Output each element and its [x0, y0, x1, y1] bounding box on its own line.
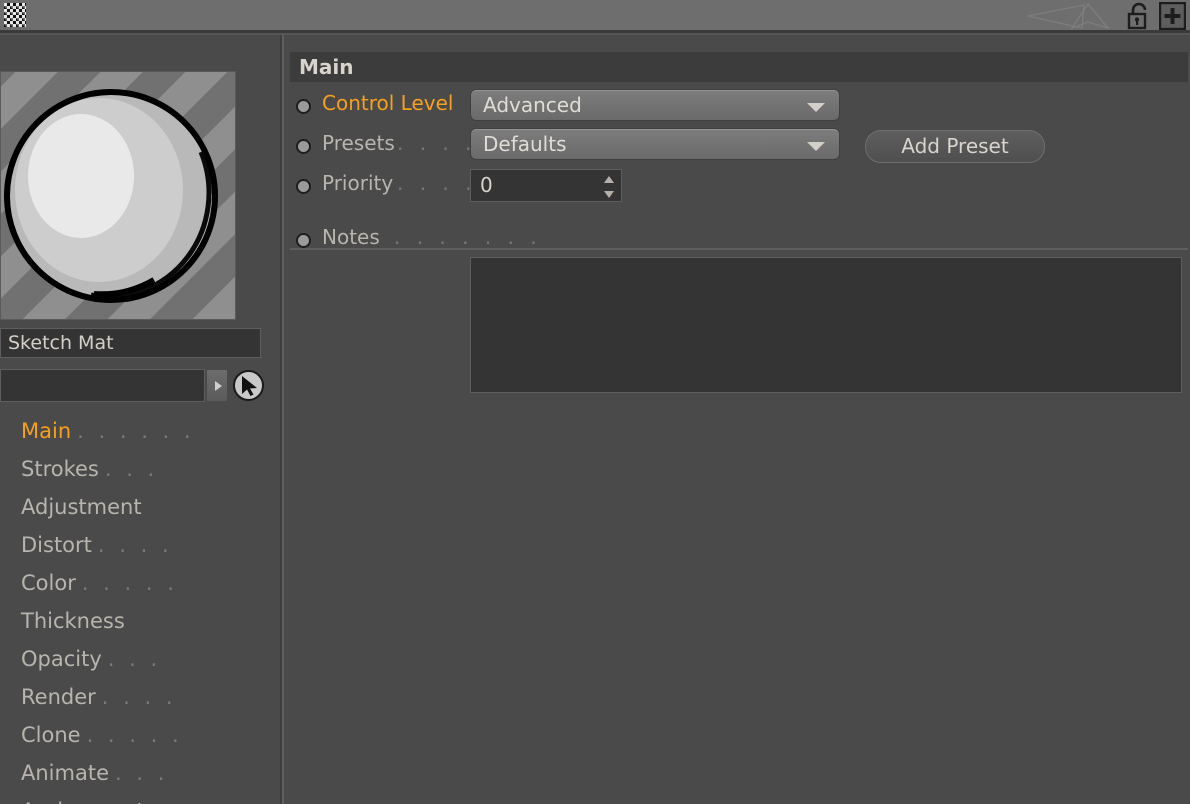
unlocked-padlock-icon[interactable] — [1126, 2, 1152, 30]
sidebar-item-label: Color — [21, 571, 76, 595]
sidebar-item-dots: . . . — [107, 647, 162, 671]
top-toolbar — [0, 0, 1190, 33]
material-filter-input[interactable] — [0, 369, 205, 402]
priority-bullet[interactable] — [296, 179, 311, 194]
notes-label: Notes — [322, 225, 380, 249]
sidebar-item-label: Animate — [21, 761, 109, 785]
presets-label: Presets — [322, 131, 395, 155]
page-title: Main — [290, 52, 1188, 82]
sidebar-item-render[interactable]: Render. . . . — [0, 678, 281, 716]
material-channel-menu: Main. . . . . . Strokes. . . Adjustment … — [0, 412, 281, 804]
add-preset-button[interactable]: Add Preset — [865, 130, 1045, 163]
notes-bullet[interactable] — [296, 233, 311, 248]
triangle-right-icon[interactable] — [206, 369, 228, 402]
notes-dots: . . . . . . . — [394, 225, 542, 249]
sidebar: Sketch Mat Main. . . . . . Strokes. . . … — [0, 35, 281, 804]
stepper-arrows-icon[interactable] — [603, 176, 615, 198]
sidebar-item-label: Opacity — [21, 647, 102, 671]
sidebar-item-label: Strokes — [21, 457, 99, 481]
sidebar-item-dots: . . . — [104, 457, 159, 481]
sidebar-item-adjustment[interactable]: Adjustment — [0, 488, 281, 526]
sidebar-item-dots: . . . . — [101, 685, 177, 709]
plus-box-icon[interactable] — [1158, 1, 1187, 31]
cursor-arrow-icon[interactable] — [233, 370, 264, 401]
sketch-sphere-graphic — [4, 89, 218, 303]
control-level-value: Advanced — [483, 93, 582, 117]
sidebar-item-label: Assignment — [21, 799, 145, 804]
sidebar-item-label: Adjustment — [21, 495, 142, 519]
control-level-bullet[interactable] — [296, 99, 311, 114]
sidebar-item-dots: . . . . . — [86, 723, 183, 747]
sidebar-item-main[interactable]: Main. . . . . . — [0, 412, 281, 450]
triangle-up-outline-icon[interactable] — [1064, 2, 1116, 33]
sidebar-item-dots: . . . . . . — [77, 419, 195, 443]
sidebar-item-animate[interactable]: Animate. . . — [0, 754, 281, 792]
material-editor-window: Sketch Mat Main. . . . . . Strokes. . . … — [0, 0, 1190, 804]
sidebar-item-label: Main — [21, 419, 72, 443]
sidebar-item-assignment[interactable]: Assignment — [0, 792, 281, 804]
sidebar-item-dots: . . . . — [97, 533, 173, 557]
presets-value: Defaults — [483, 132, 567, 156]
sidebar-item-clone[interactable]: Clone. . . . . — [0, 716, 281, 754]
priority-stepper[interactable]: 0 — [470, 169, 622, 202]
sidebar-item-dots: . . . . . — [81, 571, 178, 595]
sidebar-item-color[interactable]: Color. . . . . — [0, 564, 281, 602]
material-name-input[interactable]: Sketch Mat — [0, 328, 261, 358]
checkerboard-icon[interactable] — [4, 3, 26, 27]
sidebar-item-distort[interactable]: Distort. . . . — [0, 526, 281, 564]
sidebar-item-dots — [125, 609, 131, 633]
sidebar-item-label: Distort — [21, 533, 92, 557]
main-panel: Main Control Level Advanced Presets . . … — [284, 35, 1190, 804]
sidebar-item-opacity[interactable]: Opacity. . . — [0, 640, 281, 678]
priority-label: Priority — [322, 171, 394, 195]
sidebar-item-dots — [145, 799, 151, 804]
sidebar-item-label: Clone — [21, 723, 81, 747]
sidebar-item-dots — [142, 495, 148, 519]
material-preview[interactable] — [0, 71, 236, 320]
control-level-dropdown[interactable]: Advanced — [470, 89, 840, 121]
sidebar-item-thickness[interactable]: Thickness — [0, 602, 281, 640]
presets-dropdown[interactable]: Defaults — [470, 128, 840, 160]
sidebar-item-label: Render — [21, 685, 96, 709]
priority-value: 0 — [480, 173, 493, 197]
chevron-down-icon — [807, 142, 825, 151]
sidebar-item-dots: . . . — [115, 761, 169, 785]
presets-bullet[interactable] — [296, 139, 311, 154]
sidebar-item-strokes[interactable]: Strokes. . . — [0, 450, 281, 488]
chevron-down-icon — [807, 103, 825, 112]
notes-textarea[interactable] — [470, 257, 1182, 393]
control-level-label: Control Level — [322, 91, 454, 115]
sidebar-item-label: Thickness — [21, 609, 125, 633]
